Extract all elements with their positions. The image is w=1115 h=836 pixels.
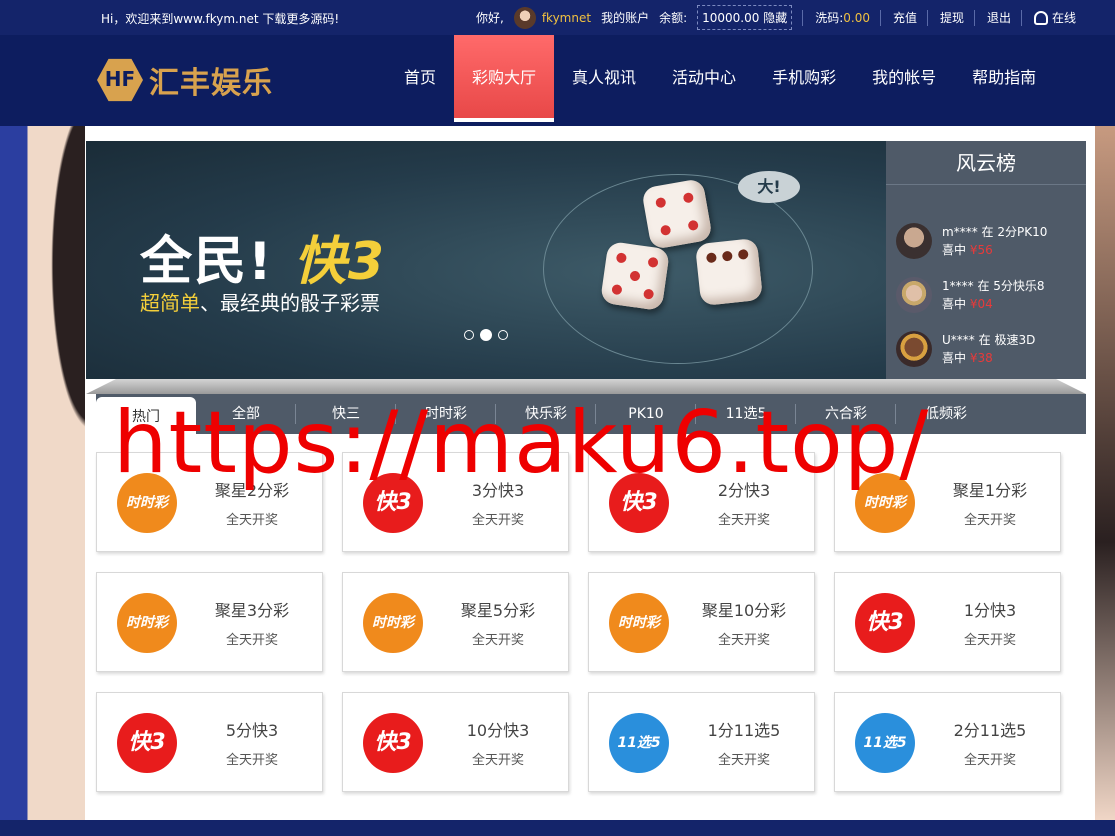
game-name: 5分快3 [225, 721, 279, 740]
side-photo-right [1095, 126, 1115, 820]
ranking-text: U**** 在 极速3D 喜中 ¥38 [942, 333, 1036, 365]
top-bar-user: 你好, fkymnet 我的账户 余额: 10000.00 隐藏 洗码:0.00… [476, 0, 1086, 35]
divider [880, 9, 881, 26]
dice-image [641, 178, 713, 250]
ranking-entry: U**** 在 极速3D 喜中 ¥38 [896, 329, 1086, 369]
game-11x5-icon: 11选5 [609, 713, 669, 773]
game-schedule: 全天开奖 [225, 633, 278, 648]
balance-amount: 10000.00 [702, 11, 760, 25]
divider [802, 9, 804, 26]
dice-image [599, 240, 671, 312]
game-schedule: 全天开奖 [471, 753, 524, 768]
balance-label: 余额: [659, 11, 688, 25]
game-ssc-icon: 时时彩 [609, 593, 669, 653]
ranking-text: 1**** 在 5分快乐8 喜中 ¥04 [942, 279, 1045, 311]
greeting: 你好, [476, 11, 504, 25]
url-watermark: https://maku6.top/ [113, 393, 930, 493]
game-card[interactable]: 时时彩 聚星5分彩全天开奖 [342, 572, 569, 672]
footer-bar [0, 820, 1115, 836]
game-name: 聚星5分彩 [460, 601, 536, 620]
promo-banner[interactable]: 全民! 快3 超简单、最经典的骰子彩票 大! [86, 141, 886, 379]
game-schedule: 全天开奖 [963, 753, 1016, 768]
ranking-text: m**** 在 2分PK10 喜中 ¥56 [942, 225, 1048, 257]
ranking-entry: m**** 在 2分PK10 喜中 ¥56 [896, 221, 1086, 261]
user-avatar[interactable] [513, 6, 536, 29]
ranking-entry: 1**** 在 5分快乐8 喜中 ¥04 [896, 275, 1086, 315]
game-11x5-icon: 11选5 [855, 713, 915, 773]
dice-image [694, 237, 764, 307]
game-name: 2分11选5 [953, 721, 1027, 740]
main-nav: 首页 彩购大厅 真人视讯 活动中心 手机购彩 我的帐号 帮助指南 [386, 35, 1054, 126]
nav-my-account[interactable]: 我的帐号 [854, 35, 954, 126]
game-name: 聚星3分彩 [214, 601, 290, 620]
withdraw-link[interactable]: 提现 [940, 9, 964, 26]
slide-dot-active[interactable] [480, 329, 492, 341]
game-card[interactable]: 11选5 1分11选5 全天开奖 [588, 692, 815, 792]
winner-avatar [896, 277, 932, 313]
logo-icon [97, 58, 143, 102]
nav-live-casino[interactable]: 真人视讯 [554, 35, 654, 126]
slide-dot[interactable] [464, 330, 474, 340]
game-schedule: 全天开奖 [963, 633, 1016, 648]
game-name: 10分快3 [466, 721, 530, 740]
nav-help[interactable]: 帮助指南 [954, 35, 1054, 126]
wash-label: 洗码:0.00 [815, 11, 870, 25]
game-card[interactable]: 时时彩 聚星10分彩全天开奖 [588, 572, 815, 672]
game-schedule: 全天开奖 [471, 633, 524, 648]
game-schedule: 全天开奖 [717, 633, 770, 648]
logo-text: 汇丰娱乐 [149, 66, 273, 101]
nav-mobile[interactable]: 手机购彩 [754, 35, 854, 126]
game-ssc-icon: 时时彩 [363, 593, 423, 653]
game-card[interactable]: 11选5 2分11选5 全天开奖 [834, 692, 1061, 792]
headset-icon[interactable] [1034, 10, 1049, 25]
slider-dots [464, 329, 514, 341]
game-schedule: 全天开奖 [717, 753, 770, 768]
recharge-link[interactable]: 充值 [893, 9, 917, 26]
banner-headline: 全民! 快3 [140, 232, 387, 292]
game-ssc-icon: 时时彩 [117, 593, 177, 653]
banner-shelf [86, 379, 1086, 394]
winner-avatar [896, 331, 932, 367]
nav-lottery-hall[interactable]: 彩购大厅 [454, 35, 555, 122]
online-service-link[interactable]: 在线 [1052, 9, 1076, 26]
game-card[interactable]: 时时彩 聚星3分彩全天开奖 [96, 572, 323, 672]
game-name: 聚星1分彩 [952, 481, 1028, 500]
game-name: 1分11选5 [707, 721, 781, 740]
winner-avatar [896, 223, 932, 259]
slide-dot[interactable] [498, 330, 508, 340]
my-account-link[interactable]: 我的账户 [601, 9, 649, 26]
game-card[interactable]: 快3 5分快3 全天开奖 [96, 692, 323, 792]
username-link[interactable]: fkymnet [542, 11, 591, 25]
game-schedule: 全天开奖 [717, 513, 770, 528]
welcome-text: Hi，欢迎来到www.fkym.net 下载更多源码! [101, 12, 340, 26]
game-schedule: 全天开奖 [225, 513, 278, 528]
nav-home[interactable]: 首页 [386, 35, 454, 126]
game-card[interactable]: 快3 1分快3 全天开奖 [834, 572, 1061, 672]
banner-subtitle: 超简单、最经典的骰子彩票 [140, 291, 380, 315]
ranking-title: 风云榜 [886, 141, 1086, 185]
game-k3-icon: 快3 [117, 713, 177, 773]
main-navbar: 汇丰娱乐 首页 彩购大厅 真人视讯 活动中心 手机购彩 我的帐号 帮助指南 [0, 35, 1115, 126]
divider [974, 9, 976, 26]
game-schedule: 全天开奖 [963, 513, 1016, 528]
site-logo[interactable]: 汇丰娱乐 [97, 57, 273, 103]
winners-ranking: 风云榜 m**** 在 2分PK10 喜中 ¥56 1**** 在 5分快乐8 … [886, 141, 1086, 379]
game-k3-icon: 快3 [855, 593, 915, 653]
game-schedule: 全天开奖 [225, 753, 278, 768]
logout-link[interactable]: 退出 [987, 9, 1011, 26]
nav-promotions[interactable]: 活动中心 [654, 35, 754, 126]
balance-box: 10000.00 隐藏 [697, 5, 793, 30]
game-schedule: 全天开奖 [471, 513, 524, 528]
top-bar: Hi，欢迎来到www.fkym.net 下载更多源码! 你好, fkymnet … [0, 0, 1115, 35]
divider [927, 9, 929, 26]
game-name: 1分快3 [963, 601, 1017, 620]
wash-amount: 0.00 [843, 11, 870, 25]
balance-hide-toggle[interactable]: 隐藏 [763, 11, 787, 25]
banner-speech-bubble: 大! [738, 171, 800, 203]
divider [1021, 9, 1023, 26]
game-card[interactable]: 快3 10分快3 全天开奖 [342, 692, 569, 792]
game-k3-icon: 快3 [363, 713, 423, 773]
game-name: 聚星10分彩 [701, 601, 787, 620]
